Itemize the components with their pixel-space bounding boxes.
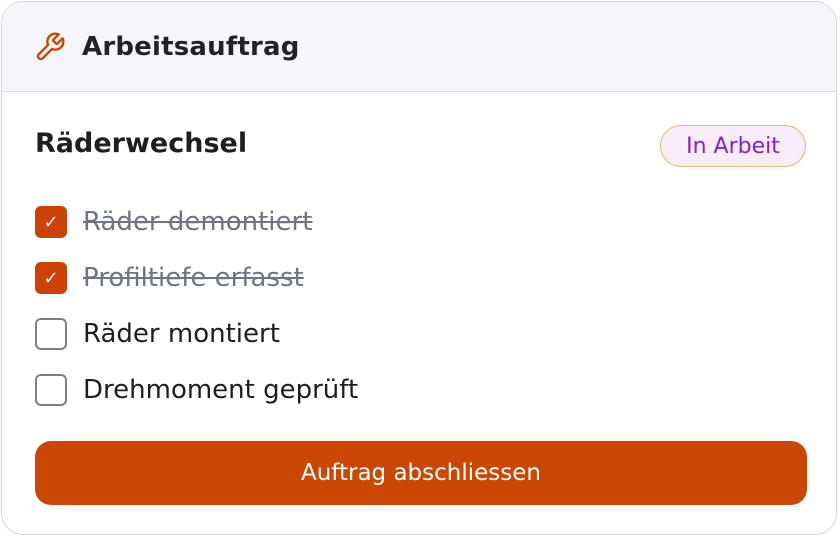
complete-order-button[interactable]: Auftrag abschliessen [35, 441, 807, 505]
checkbox-checked[interactable]: ✓ [35, 206, 67, 238]
card-header: Arbeitsauftrag [2, 2, 836, 92]
checkbox-unchecked[interactable] [35, 318, 67, 350]
work-order-card: Arbeitsauftrag Räderwechsel In Arbeit ✓ … [1, 1, 837, 535]
status-badge: In Arbeit [660, 125, 806, 167]
checklist-item-label: Drehmoment geprüft [83, 375, 359, 405]
checklist-item-label: Profiltiefe erfasst [83, 263, 304, 293]
checkbox-checked[interactable]: ✓ [35, 262, 67, 294]
checklist: ✓ Räder demontiert ✓ Profiltiefe erfasst… [35, 194, 358, 418]
page-title: Arbeitsauftrag [82, 31, 300, 62]
wrench-icon [34, 31, 66, 63]
checklist-item[interactable]: ✓ Räder demontiert [35, 194, 358, 250]
checklist-item-label: Räder demontiert [83, 207, 313, 237]
checkbox-unchecked[interactable] [35, 374, 67, 406]
checklist-item[interactable]: Räder montiert [35, 306, 358, 362]
checklist-item-label: Räder montiert [83, 319, 280, 349]
task-title: Räderwechsel [35, 128, 248, 159]
checklist-item[interactable]: Drehmoment geprüft [35, 362, 358, 418]
checklist-item[interactable]: ✓ Profiltiefe erfasst [35, 250, 358, 306]
